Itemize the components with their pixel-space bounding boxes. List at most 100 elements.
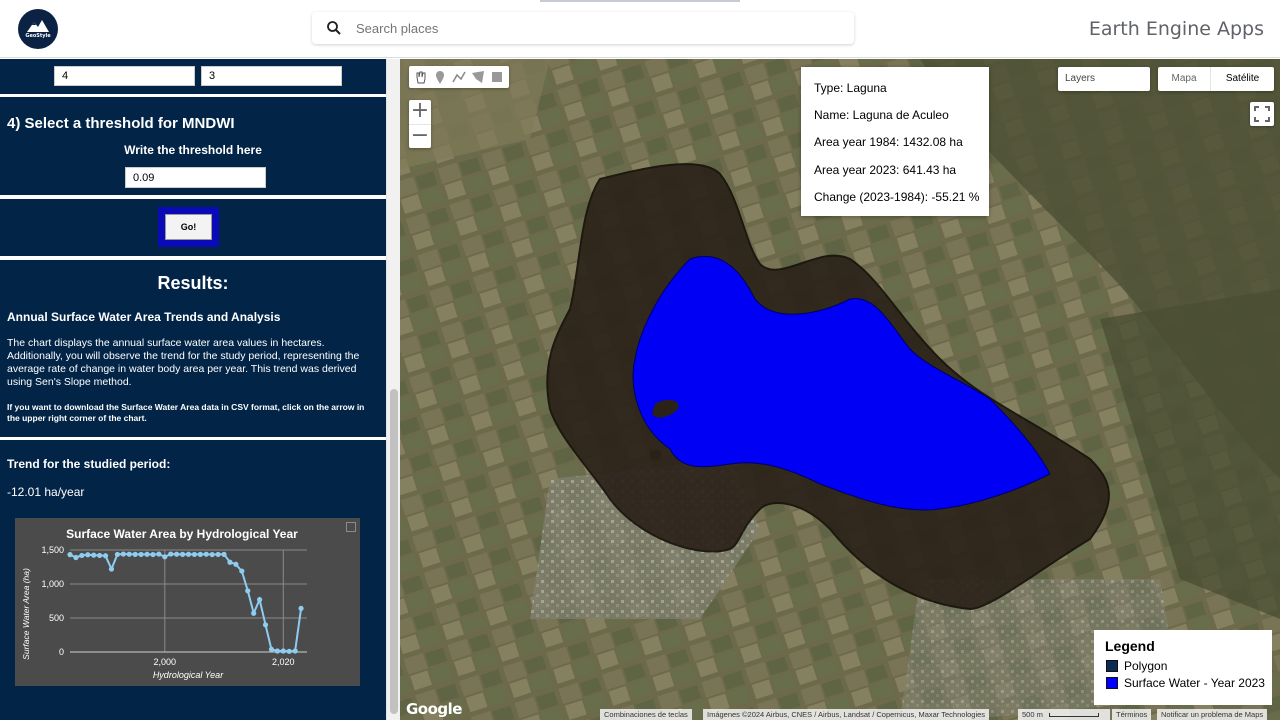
results-heading: Results: xyxy=(157,273,229,293)
analysis-title: Annual Surface Water Area Trends and Ana… xyxy=(7,310,281,324)
data-point[interactable] xyxy=(197,551,203,557)
scale-line xyxy=(1048,713,1099,717)
threshold-input[interactable] xyxy=(125,167,266,188)
data-point[interactable] xyxy=(245,588,251,594)
data-point[interactable] xyxy=(286,648,292,654)
geostyle-logo[interactable]: GeoStyle xyxy=(18,9,58,49)
go-button-frame: Go! xyxy=(158,207,219,247)
data-point[interactable] xyxy=(120,551,126,557)
data-point[interactable] xyxy=(298,605,304,612)
data-point[interactable] xyxy=(144,551,150,557)
marker-icon[interactable] xyxy=(432,69,448,85)
y-tick-label: 0 xyxy=(59,647,64,657)
scale-bar[interactable]: 500 m xyxy=(1018,709,1110,720)
data-point[interactable] xyxy=(257,597,263,603)
data-point[interactable] xyxy=(162,554,168,560)
legend-swatch-polygon xyxy=(1106,660,1118,672)
x-tick-label: 2,020 xyxy=(272,657,295,667)
map-type-control: Mapa Satélite xyxy=(1158,67,1274,91)
map-type-satellite-button[interactable]: Satélite xyxy=(1211,67,1274,91)
map-type-map-button[interactable]: Mapa xyxy=(1158,67,1211,91)
data-point[interactable] xyxy=(156,551,162,557)
data-point[interactable] xyxy=(150,551,156,558)
data-point[interactable] xyxy=(85,552,91,558)
results-section: Results: Annual Surface Water Area Trend… xyxy=(0,260,386,437)
data-point[interactable] xyxy=(67,552,73,558)
data-point[interactable] xyxy=(209,551,215,558)
search-input[interactable] xyxy=(356,17,836,39)
zoom-control: + − xyxy=(409,100,431,148)
info-type: Type: Laguna xyxy=(814,81,887,95)
data-point[interactable] xyxy=(251,610,257,616)
data-point[interactable] xyxy=(97,552,103,559)
data-point[interactable] xyxy=(79,552,85,559)
data-point[interactable] xyxy=(268,646,275,652)
x-axis-label: Hydrological Year xyxy=(153,670,224,680)
trend-section: Trend for the studied period: -12.01 ha/… xyxy=(0,440,386,720)
info-area-2023: Area year 2023: 641.43 ha xyxy=(814,163,957,177)
logo-text: GeoStyle xyxy=(25,33,51,39)
data-point[interactable] xyxy=(102,553,109,559)
hand-icon[interactable] xyxy=(413,69,429,85)
search-box[interactable] xyxy=(312,12,854,44)
data-point[interactable] xyxy=(221,551,227,557)
legend-label-polygon: Polygon xyxy=(1124,659,1168,673)
data-point[interactable] xyxy=(138,551,144,558)
water-area-chart: Surface Water Area by Hydrological Year … xyxy=(15,518,360,686)
map-view[interactable]: + − Type: Laguna Name: Laguna de Aculeo … xyxy=(400,59,1280,720)
data-point[interactable] xyxy=(108,566,115,572)
legend-label-water: Surface Water - Year 2023 xyxy=(1124,676,1265,690)
mountain-icon xyxy=(27,20,49,32)
data-point[interactable] xyxy=(168,551,174,557)
data-point[interactable] xyxy=(132,551,138,557)
band-input-a[interactable] xyxy=(54,66,195,86)
drawing-toolbar xyxy=(409,66,509,88)
zoom-in-button[interactable]: + xyxy=(409,100,431,124)
band-input-b[interactable] xyxy=(201,66,342,86)
band-inputs-section xyxy=(0,59,386,94)
data-point[interactable] xyxy=(262,622,269,628)
threshold-heading: 4) Select a threshold for MNDWI xyxy=(7,115,235,132)
scrollbar-thumb[interactable] xyxy=(390,389,398,714)
go-button[interactable]: Go! xyxy=(165,214,212,240)
legend-swatch-water xyxy=(1106,677,1118,689)
fullscreen-button[interactable] xyxy=(1250,102,1274,126)
data-point[interactable] xyxy=(274,648,280,654)
data-point[interactable] xyxy=(191,551,198,558)
data-point[interactable] xyxy=(174,551,180,557)
threshold-section: 4) Select a threshold for MNDWI Write th… xyxy=(0,97,386,195)
keyboard-shortcuts-link[interactable]: Combinaciones de teclas xyxy=(600,709,692,720)
data-point[interactable] xyxy=(203,551,209,557)
layers-dropdown[interactable]: Layers xyxy=(1058,67,1150,91)
y-tick-label: 500 xyxy=(49,613,64,623)
data-point[interactable] xyxy=(91,552,97,558)
panel-scrollbar[interactable] xyxy=(386,59,400,720)
imagery-attribution: Imágenes ©2024 Airbus, CNES / Airbus, La… xyxy=(703,709,990,720)
data-point[interactable] xyxy=(215,551,221,558)
zoom-out-button[interactable]: − xyxy=(409,124,431,148)
data-point[interactable] xyxy=(239,568,245,574)
y-tick-label: 1,000 xyxy=(41,579,64,589)
data-point[interactable] xyxy=(233,561,239,567)
data-point[interactable] xyxy=(185,551,192,557)
data-point[interactable] xyxy=(280,648,286,654)
terms-link[interactable]: Términos xyxy=(1112,709,1152,720)
polygon-icon[interactable] xyxy=(470,69,486,85)
threshold-label: Write the threshold here xyxy=(124,143,262,157)
data-point[interactable] xyxy=(227,559,233,565)
trend-value: -12.01 ha/year xyxy=(7,485,85,499)
data-point[interactable] xyxy=(292,648,298,654)
data-point[interactable] xyxy=(114,551,120,558)
report-problem-link[interactable]: Notificar un problema de Maps xyxy=(1157,709,1268,720)
search-icon[interactable] xyxy=(326,20,342,36)
data-point[interactable] xyxy=(126,551,132,557)
data-point[interactable] xyxy=(179,551,186,557)
data-point[interactable] xyxy=(73,554,79,561)
lake-info-panel: Type: Laguna Name: Laguna de Aculeo Area… xyxy=(801,67,989,216)
info-name: Name: Laguna de Aculeo xyxy=(814,108,949,122)
series-line xyxy=(69,553,303,653)
top-accent-line xyxy=(540,0,740,2)
rectangle-icon[interactable] xyxy=(489,69,505,85)
y-axis-label: Surface Water Area (ha) xyxy=(21,568,31,660)
polyline-icon[interactable] xyxy=(451,69,467,85)
